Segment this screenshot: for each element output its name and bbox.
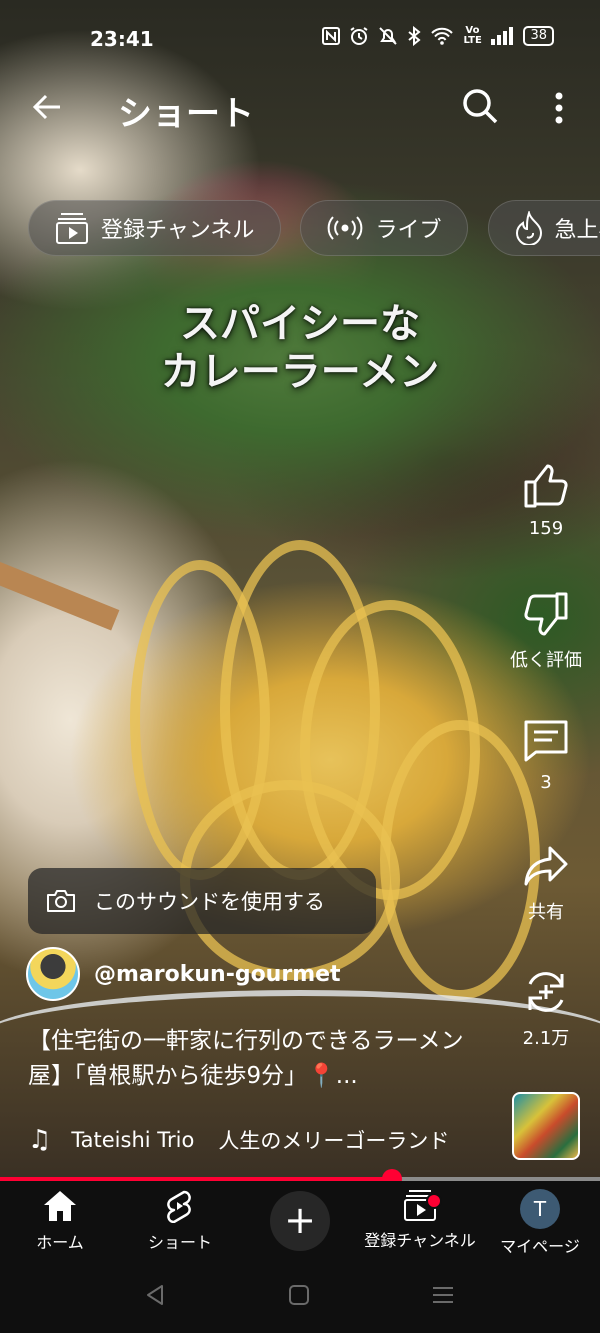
system-back-icon[interactable] (144, 1283, 166, 1307)
nav-subscriptions[interactable]: 登録チャンネル (360, 1189, 480, 1251)
chip-label: 急上昇 (554, 218, 600, 243)
volte-icon: Vo LTE (463, 25, 482, 46)
live-icon (328, 216, 363, 240)
bottom-nav: ホーム ショート + 登録チャンネル T マイページ (0, 1181, 600, 1261)
nav-label: マイページ (500, 1237, 580, 1256)
system-nav-bar (0, 1261, 600, 1333)
music-artist: Tateishi Trio (71, 1128, 195, 1152)
mute-icon (379, 27, 398, 45)
alarm-icon (350, 27, 369, 45)
nav-label: ショート (147, 1233, 212, 1252)
system-home-icon[interactable] (288, 1283, 310, 1307)
share-icon (524, 846, 568, 886)
use-sound-button[interactable]: このサウンドを使用する (28, 868, 376, 934)
nfc-icon (322, 27, 341, 45)
profile-avatar: T (520, 1189, 560, 1229)
page-title: ショート (118, 94, 254, 134)
status-time: 23:41 (90, 27, 154, 51)
chip-label: ライブ (375, 218, 442, 243)
channel-row: @marokun-gourmet (26, 946, 341, 1002)
bluetooth-icon (408, 26, 422, 46)
nav-label: ホーム (36, 1233, 84, 1252)
create-button[interactable]: + (270, 1191, 330, 1251)
wifi-icon (431, 27, 454, 45)
thumbs-up-icon (524, 464, 568, 508)
music-row[interactable]: ♫ Tateishi Trio 人生のメリーゴーランド (28, 1120, 498, 1160)
battery-indicator: 38 (523, 26, 554, 46)
remix-count: 2.1万 (522, 1028, 570, 1049)
remix-icon (528, 972, 564, 1012)
music-track: 人生のメリーゴーランド (218, 1129, 450, 1153)
comment-icon (524, 720, 568, 762)
sound-album-art[interactable] (512, 1092, 580, 1160)
music-note-icon: ♫ (28, 1125, 52, 1155)
like-count: 159 (528, 518, 564, 539)
top-bar: ショート (0, 80, 600, 140)
search-icon[interactable] (460, 86, 500, 126)
more-vert-icon[interactable] (544, 88, 574, 128)
camera-icon (47, 890, 75, 912)
chip-label: 登録チャンネル (101, 218, 255, 243)
notification-dot (426, 1193, 442, 1209)
comments-button[interactable]: 3 (506, 716, 586, 793)
chip-live[interactable]: ライブ (300, 200, 469, 256)
status-bar: 23:41 Vo LTE 38 (0, 0, 600, 80)
video-description[interactable]: 【住宅街の一軒家に行列のできるラーメン屋】「曽根駅から徒歩9分」📍... (28, 1024, 488, 1094)
video-overlay-title: スパイシーな カレーラーメン (0, 300, 600, 396)
overlay-title-line: カレーラーメン (160, 348, 440, 395)
share-button[interactable]: 共有 (506, 842, 586, 924)
chip-subscriptions[interactable]: 登録チャンネル (28, 200, 282, 256)
nav-mypage[interactable]: T マイページ (480, 1189, 600, 1257)
chip-trending[interactable]: 急上昇 (487, 200, 600, 256)
dislike-label: 低く評価 (510, 650, 582, 671)
thumbs-down-icon (524, 592, 568, 636)
shorts-icon (167, 1190, 191, 1223)
remix-button[interactable]: 2.1万 (506, 968, 586, 1050)
channel-handle[interactable]: @marokun-gourmet (94, 962, 341, 987)
nav-shorts[interactable]: ショート (120, 1189, 240, 1253)
filter-chips: 登録チャンネル ライブ 急上昇 (28, 200, 600, 258)
system-recents-icon[interactable] (432, 1283, 454, 1307)
shorts-player-screen: 23:41 Vo LTE 38 ショート 登録チャンネル ライブ 急上 スパイシ… (0, 0, 600, 1333)
trending-icon (515, 211, 542, 245)
like-button[interactable]: 159 (506, 462, 586, 539)
dislike-button[interactable]: 低く評価 (506, 590, 586, 672)
chopsticks (0, 561, 120, 631)
status-icons: Vo LTE 38 (322, 26, 554, 46)
channel-avatar[interactable] (26, 947, 80, 1001)
overlay-title-line: スパイシーな (180, 300, 420, 347)
comment-count: 3 (540, 772, 552, 793)
back-arrow-icon[interactable] (30, 90, 64, 124)
nav-label: 登録チャンネル (364, 1231, 476, 1250)
signal-icon (491, 27, 514, 45)
home-icon (44, 1191, 76, 1221)
use-sound-label: このサウンドを使用する (94, 890, 325, 914)
subscriptions-icon (56, 213, 88, 244)
share-label: 共有 (528, 902, 564, 923)
nav-home[interactable]: ホーム (0, 1189, 120, 1253)
